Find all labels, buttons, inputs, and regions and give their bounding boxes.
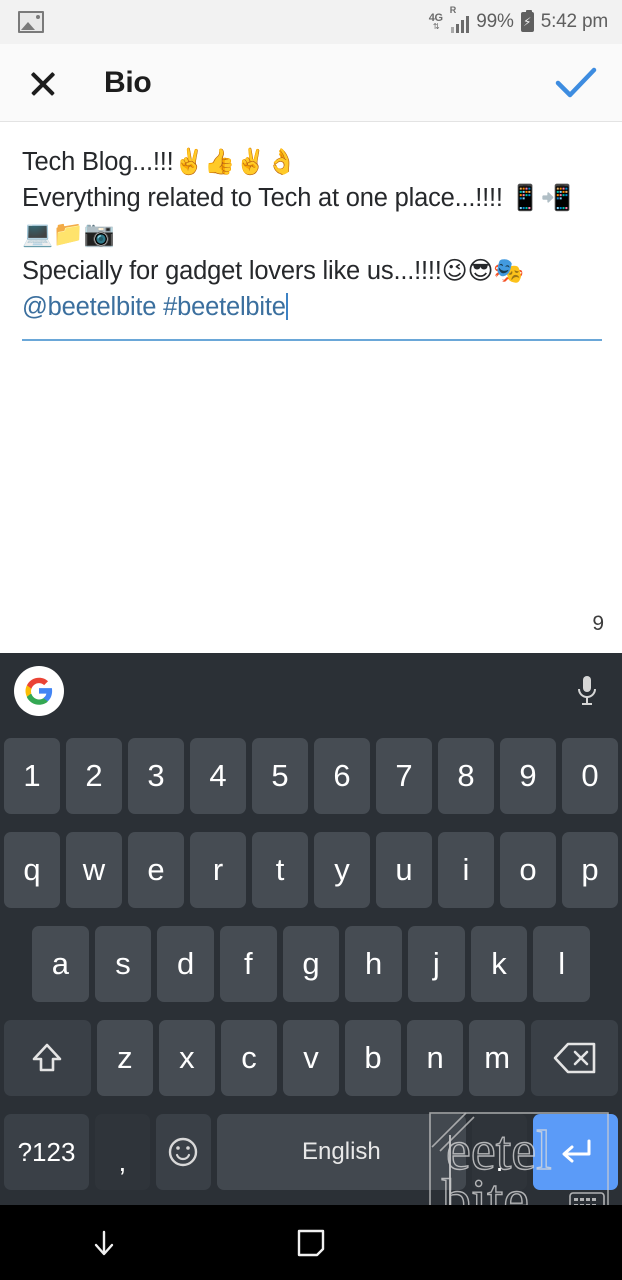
bio-line-3-emojis: 😉😎🎭	[441, 255, 525, 285]
google-g-icon[interactable]	[14, 666, 64, 716]
key-5[interactable]: 5	[252, 738, 308, 814]
key-8[interactable]: 8	[438, 738, 494, 814]
enter-return-icon[interactable]	[532, 1114, 618, 1190]
keyboard-row-bottom: z x c v b n m	[3, 1011, 619, 1105]
key-6[interactable]: 6	[314, 738, 370, 814]
key-2[interactable]: 2	[66, 738, 122, 814]
key-s[interactable]: s	[94, 926, 152, 1002]
bio-textarea[interactable]: Tech Blog...!!!✌️👍✌️👌 Everything related…	[22, 144, 602, 325]
keyboard-row-home: a s d f g h j k l	[4, 917, 618, 1011]
character-counter: 9	[592, 612, 604, 635]
key-z[interactable]: z	[96, 1020, 153, 1096]
app-bar: Bio	[0, 44, 622, 122]
key-f[interactable]: f	[220, 926, 277, 1002]
key-p[interactable]: p	[562, 832, 618, 908]
close-icon[interactable]	[24, 64, 62, 102]
key-t[interactable]: t	[252, 832, 308, 908]
phone-screen: 4G ⇅ R 99% ⚡ 5:42 pm Bio Tech Blog...!!!…	[0, 0, 622, 1280]
status-bar-right: 4G ⇅ R 99% ⚡ 5:42 pm	[429, 5, 608, 33]
period-key[interactable]: .	[472, 1114, 527, 1190]
key-9[interactable]: 9	[500, 738, 556, 814]
comma-key[interactable]: ,	[95, 1114, 150, 1190]
key-b[interactable]: b	[345, 1020, 402, 1096]
signal-strength-icon: R	[450, 5, 470, 33]
gallery-image-icon	[18, 11, 44, 33]
status-bar-left	[18, 11, 44, 33]
key-o[interactable]: o	[500, 832, 556, 908]
checkmark-icon[interactable]	[554, 61, 598, 105]
on-screen-keyboard: 1 2 3 4 5 6 7 8 9 0 q w e r t y u i o p …	[0, 653, 622, 1205]
keyboard-row-function: ?123 , English .	[4, 1105, 618, 1199]
key-1[interactable]: 1	[4, 738, 60, 814]
network-type-icon: 4G ⇅	[429, 13, 443, 31]
editor-underline	[22, 339, 602, 341]
battery-charging-icon: ⚡	[520, 10, 534, 32]
text-cursor	[285, 292, 289, 320]
emoji-smiley-icon[interactable]	[155, 1114, 211, 1190]
bio-line-1-emojis: ✌️👍✌️👌	[173, 147, 298, 176]
bio-line-1: Tech Blog...!!!	[22, 148, 174, 176]
navigation-bar	[0, 1205, 622, 1280]
key-a[interactable]: a	[31, 926, 89, 1002]
key-4[interactable]: 4	[190, 738, 246, 814]
hide-keyboard-down-arrow-icon[interactable]	[0, 1226, 207, 1260]
key-e[interactable]: e	[128, 832, 184, 908]
key-l[interactable]: l	[533, 926, 591, 1002]
symbols-key[interactable]: ?123	[4, 1114, 89, 1190]
key-0[interactable]: 0	[562, 738, 618, 814]
microphone-icon[interactable]	[574, 673, 600, 709]
clock-label: 5:42 pm	[540, 11, 608, 32]
page-title: Bio	[104, 65, 152, 99]
key-j[interactable]: j	[408, 926, 465, 1002]
bio-mention[interactable]: @beetelbite	[22, 293, 156, 321]
battery-percent-label: 99%	[476, 11, 514, 32]
key-m[interactable]: m	[469, 1020, 526, 1096]
key-x[interactable]: x	[158, 1020, 215, 1096]
bio-line-3: Specially for gadget lovers like us...!!…	[22, 256, 442, 285]
key-q[interactable]: q	[4, 832, 60, 908]
network-arrows-icon: ⇅	[432, 22, 440, 31]
key-w[interactable]: w	[66, 832, 122, 908]
key-7[interactable]: 7	[376, 738, 432, 814]
roaming-indicator-label: R	[449, 5, 457, 15]
key-h[interactable]: h	[345, 926, 403, 1002]
key-v[interactable]: v	[282, 1020, 340, 1096]
status-bar: 4G ⇅ R 99% ⚡ 5:42 pm	[0, 0, 622, 44]
key-k[interactable]: k	[470, 926, 528, 1002]
key-c[interactable]: c	[220, 1020, 277, 1096]
key-d[interactable]: d	[157, 926, 214, 1002]
key-i[interactable]: i	[438, 832, 494, 908]
key-n[interactable]: n	[407, 1020, 464, 1096]
recents-square-icon[interactable]	[207, 1227, 414, 1259]
keyboard-row-top: q w e r t y u i o p	[4, 823, 618, 917]
key-u[interactable]: u	[376, 832, 432, 908]
keyboard-suggestion-bar	[0, 653, 622, 729]
shift-arrow-icon[interactable]	[3, 1020, 91, 1096]
backspace-icon[interactable]	[531, 1020, 619, 1096]
key-r[interactable]: r	[190, 832, 246, 908]
keyboard-rows: 1 2 3 4 5 6 7 8 9 0 q w e r t y u i o p …	[0, 729, 622, 1205]
keyboard-row-numbers: 1 2 3 4 5 6 7 8 9 0	[4, 729, 618, 823]
bio-editor[interactable]: Tech Blog...!!!✌️👍✌️👌 Everything related…	[0, 122, 622, 341]
key-g[interactable]: g	[282, 926, 340, 1002]
key-y[interactable]: y	[314, 832, 370, 908]
key-3[interactable]: 3	[128, 738, 184, 814]
bio-line-2: Everything related to Tech at one place.…	[22, 184, 510, 213]
bio-hashtag[interactable]: #beetelbite	[163, 293, 286, 321]
space-key[interactable]: English	[216, 1114, 467, 1190]
